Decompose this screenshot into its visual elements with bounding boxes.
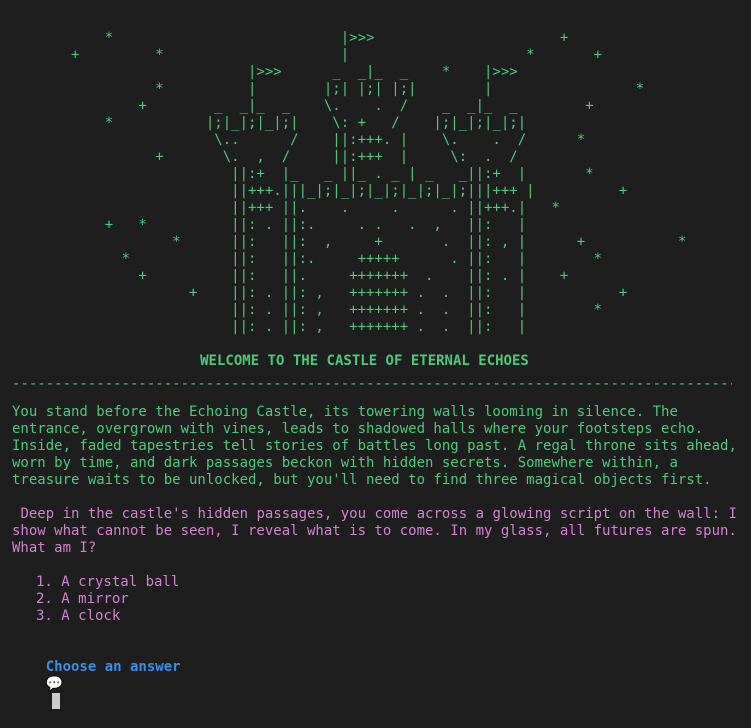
- intro-text: You stand before the Echoing Castle, its…: [12, 404, 737, 488]
- prompt-label: Choose an answer: [45, 659, 190, 675]
- answer-option-3[interactable]: 3. A clock: [36, 608, 179, 625]
- text-cursor[interactable]: [51, 693, 60, 709]
- castle-ascii-art: * |>>> + + * | * + |>>> _ _|_ _ * |>>> *…: [71, 30, 687, 335]
- speech-bubble-icon: 💬: [45, 676, 64, 692]
- answer-prompt[interactable]: Choose an answer 💬: [12, 642, 189, 728]
- divider-rule: ----------------------------------------…: [12, 376, 732, 392]
- answer-option-2[interactable]: 2. A mirror: [36, 591, 179, 608]
- answer-option-1[interactable]: 1. A crystal ball: [36, 574, 179, 591]
- answer-options: 1. A crystal ball 2. A mirror 3. A clock: [36, 574, 179, 625]
- terminal-window: * |>>> + + * | * + |>>> _ _|_ _ * |>>> *…: [0, 0, 751, 709]
- riddle-text: Deep in the castle's hidden passages, yo…: [12, 506, 746, 556]
- game-title: WELCOME TO THE CASTLE OF ETERNAL ECHOES: [200, 353, 529, 369]
